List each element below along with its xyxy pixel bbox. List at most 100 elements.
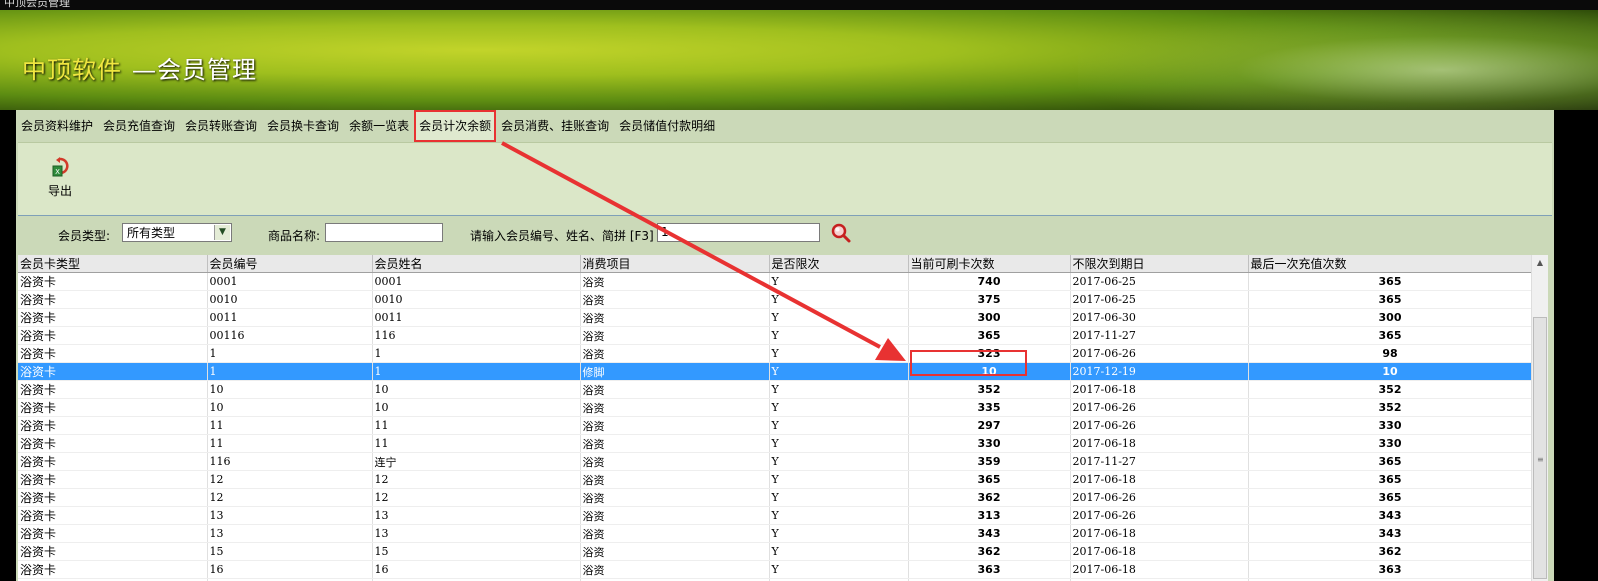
table-cell: 343 xyxy=(908,524,1071,543)
table-cell: 2017-06-18 xyxy=(1070,542,1249,561)
table-row[interactable]: 浴资卡 1 1 浴资 Y 323 2017-06-26 98 xyxy=(18,344,1533,363)
table-cell: Y xyxy=(769,380,909,399)
column-header[interactable]: 会员编号 xyxy=(207,255,373,273)
tab-0[interactable]: 会员资料维护 xyxy=(16,110,98,142)
tab-1[interactable]: 会员充值查询 xyxy=(98,110,180,142)
export-button[interactable]: X 导出 xyxy=(44,157,76,203)
table-cell: 浴资 xyxy=(580,344,770,363)
table-cell: 740 xyxy=(908,272,1071,291)
window-titlebar: 中顶会员管理 xyxy=(0,0,1598,10)
table-cell: 15 xyxy=(207,542,373,561)
toolbar: X 导出 xyxy=(18,142,1552,216)
table-cell: 11 xyxy=(372,416,581,435)
search-input[interactable]: 1 xyxy=(657,223,820,242)
table-cell: 00116 xyxy=(207,326,373,345)
product-name-input[interactable] xyxy=(325,223,443,242)
table-cell: 2017-06-18 xyxy=(1070,434,1249,453)
table-row[interactable]: 浴资卡 10 10 浴资 Y 335 2017-06-26 352 xyxy=(18,398,1533,417)
banner-glow xyxy=(1078,10,1598,110)
column-header[interactable]: 会员卡类型 xyxy=(18,255,208,273)
table-cell: 浴资 xyxy=(580,524,770,543)
table-cell: 12 xyxy=(372,488,581,507)
app-subtitle: —会员管理 xyxy=(132,56,257,84)
column-header[interactable]: 最后一次充值次数 xyxy=(1248,255,1533,273)
table-row[interactable]: 浴资卡 15 15 浴资 Y 362 2017-06-18 362 xyxy=(18,542,1533,561)
table-cell: 浴资 xyxy=(580,416,770,435)
tab-5[interactable]: 会员计次余额 xyxy=(414,110,497,142)
table-cell: Y xyxy=(769,398,909,417)
table-cell: 12 xyxy=(207,488,373,507)
table-cell: 浴资卡 xyxy=(18,452,208,471)
table-cell: 363 xyxy=(908,560,1071,579)
table-row[interactable]: 浴资卡 16 16 浴资 Y 363 2017-06-18 363 xyxy=(18,560,1533,579)
table-cell: 335 xyxy=(908,398,1071,417)
table-cell: 浴资 xyxy=(580,272,770,291)
table-row[interactable]: 浴资卡 0011 0011 浴资 Y 300 2017-06-30 300 xyxy=(18,308,1533,327)
table-row[interactable]: 浴资卡 1 1 修脚 Y 10 2017-12-19 10 xyxy=(18,362,1533,381)
chevron-down-icon[interactable]: ▼ xyxy=(214,225,230,240)
table-cell: 12 xyxy=(372,470,581,489)
table-row[interactable]: 浴资卡 12 12 浴资 Y 365 2017-06-18 365 xyxy=(18,470,1533,489)
table-cell: 2017-06-18 xyxy=(1070,380,1249,399)
main-panel: 会员资料维护 会员充值查询 会员转账查询 会员换卡查询 余额一览表 会员计次余额 会员消费、… xyxy=(16,110,1554,581)
tab-4[interactable]: 余额一览表 xyxy=(344,110,414,142)
magnifier-search-icon[interactable] xyxy=(830,222,852,244)
table-cell: 1 xyxy=(372,362,581,381)
table-cell: 13 xyxy=(372,524,581,543)
tab-3[interactable]: 会员换卡查询 xyxy=(262,110,344,142)
table-row[interactable]: 浴资卡 00116 116 浴资 Y 365 2017-11-27 365 xyxy=(18,326,1533,345)
tab-7[interactable]: 会员储值付款明细 xyxy=(614,110,720,142)
table-cell: 浴资 xyxy=(580,434,770,453)
column-header[interactable]: 消费项目 xyxy=(580,255,770,273)
table-cell: 浴资 xyxy=(580,452,770,471)
table-cell: 365 xyxy=(1248,452,1533,471)
table-cell: 2017-06-26 xyxy=(1070,416,1249,435)
table-cell: 浴资卡 xyxy=(18,272,208,291)
scroll-thumb[interactable]: ≡ xyxy=(1533,317,1547,579)
table-cell: 浴资卡 xyxy=(18,344,208,363)
table-row[interactable]: 浴资卡 0010 0010 浴资 Y 375 2017-06-25 365 xyxy=(18,290,1533,309)
table-cell: 浴资卡 xyxy=(18,290,208,309)
product-name-label: 商品名称: xyxy=(268,229,321,243)
tab-6[interactable]: 会员消费、挂账查询 xyxy=(496,110,614,142)
member-count-grid[interactable]: 会员卡类型 会员编号 会员姓名 消费项目 是否限次 当前可刷卡次数 不限次到期日 最后一次充值… xyxy=(18,255,1548,581)
table-cell: 297 xyxy=(908,416,1071,435)
table-row[interactable]: 浴资卡 11 11 浴资 Y 297 2017-06-26 330 xyxy=(18,416,1533,435)
table-row[interactable]: 浴资卡 10 10 浴资 Y 352 2017-06-18 352 xyxy=(18,380,1533,399)
column-header[interactable]: 不限次到期日 xyxy=(1070,255,1249,273)
table-cell: 浴资卡 xyxy=(18,326,208,345)
window-title: 中顶会员管理 xyxy=(4,0,70,9)
column-header[interactable]: 会员姓名 xyxy=(372,255,581,273)
table-cell: 352 xyxy=(1248,398,1533,417)
table-cell: 浴资卡 xyxy=(18,470,208,489)
tab-2[interactable]: 会员转账查询 xyxy=(180,110,262,142)
table-cell: 浴资卡 xyxy=(18,488,208,507)
table-cell: 浴资 xyxy=(580,380,770,399)
table-cell: 浴资 xyxy=(580,326,770,345)
table-cell: 0010 xyxy=(207,290,373,309)
table-cell: 1 xyxy=(207,344,373,363)
column-header[interactable]: 是否限次 xyxy=(769,255,909,273)
table-row[interactable]: 浴资卡 0001 0001 浴资 Y 740 2017-06-25 365 xyxy=(18,272,1533,291)
table-row[interactable]: 浴资卡 11 11 浴资 Y 330 2017-06-18 330 xyxy=(18,434,1533,453)
table-cell: 13 xyxy=(372,506,581,525)
table-cell: Y xyxy=(769,542,909,561)
table-cell: 10 xyxy=(372,398,581,417)
column-header[interactable]: 当前可刷卡次数 xyxy=(908,255,1071,273)
scroll-up-icon[interactable]: ▲ xyxy=(1532,255,1548,271)
table-cell: 362 xyxy=(908,542,1071,561)
table-cell: 0011 xyxy=(207,308,373,327)
table-row[interactable]: 浴资卡 13 13 浴资 Y 343 2017-06-18 343 xyxy=(18,524,1533,543)
vertical-scrollbar[interactable]: ▲ ≡ xyxy=(1531,255,1548,581)
data-table: 会员卡类型 会员编号 会员姓名 消费项目 是否限次 当前可刷卡次数 不限次到期日 最后一次充值… xyxy=(18,255,1533,581)
table-row[interactable]: 浴资卡 116 连宁 浴资 Y 359 2017-11-27 365 xyxy=(18,452,1533,471)
table-row[interactable]: 浴资卡 12 12 浴资 Y 362 2017-06-26 365 xyxy=(18,488,1533,507)
brand-name: 中顶软件 xyxy=(22,56,122,84)
table-row[interactable]: 浴资卡 13 13 浴资 Y 313 2017-06-26 343 xyxy=(18,506,1533,525)
table-cell: 2017-06-26 xyxy=(1070,506,1249,525)
highlight-box xyxy=(910,350,1027,376)
table-cell: 365 xyxy=(908,470,1071,489)
table-cell: 0001 xyxy=(372,272,581,291)
table-cell: 2017-06-18 xyxy=(1070,524,1249,543)
member-type-select[interactable]: 所有类型 ▼ xyxy=(122,223,232,242)
